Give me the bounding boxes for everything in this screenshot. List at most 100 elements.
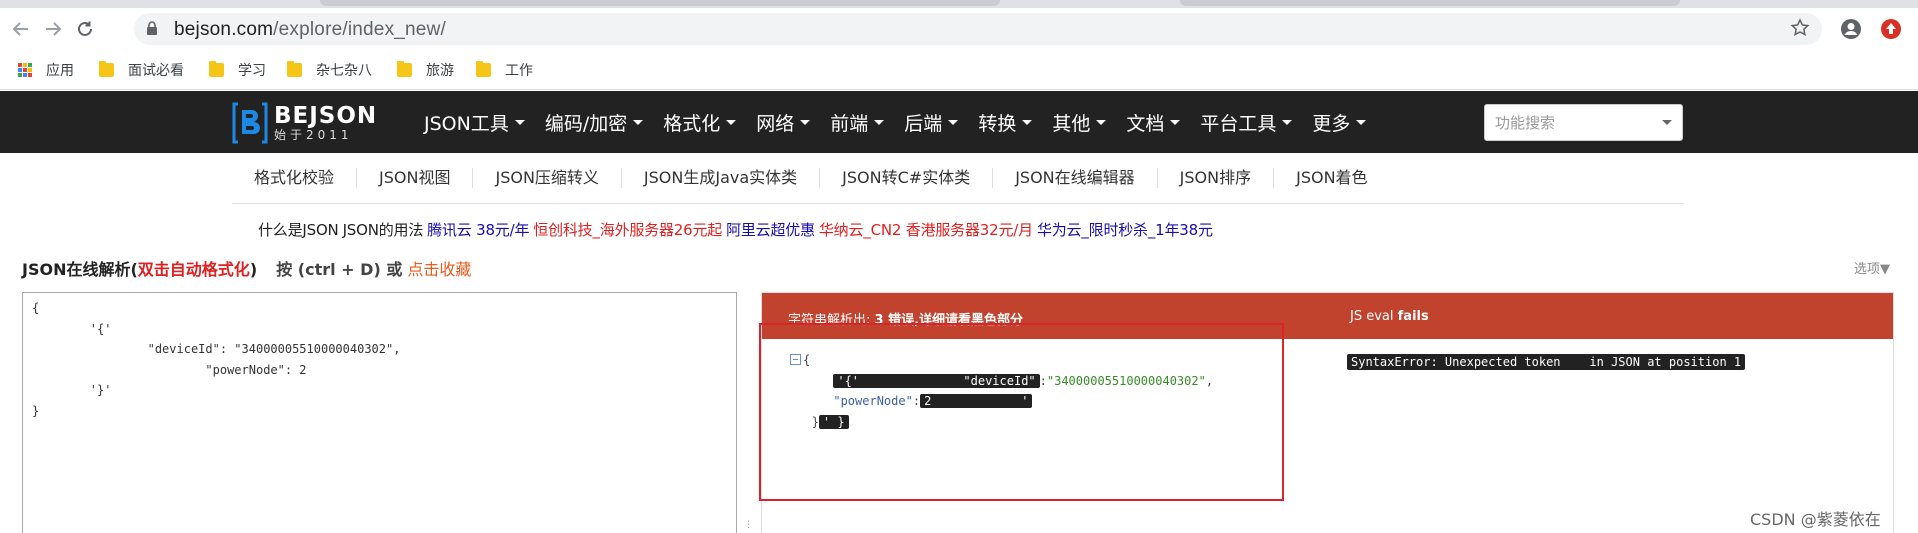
parser-title-close: )	[249, 260, 258, 279]
folder-icon	[209, 61, 224, 77]
subnav-json-color[interactable]: JSON着色	[1274, 168, 1389, 188]
menu-backend[interactable]: 后端	[904, 109, 959, 136]
bookmark-folder[interactable]: 旅游	[397, 59, 454, 81]
reload-icon	[78, 21, 92, 36]
logo-text: BEJSON 始于2011	[274, 104, 377, 142]
subnav-json-csharp[interactable]: JSON转C#实体类	[820, 168, 994, 188]
bookmark-folder[interactable]: 面试必看	[99, 59, 184, 81]
caret-down-icon	[874, 119, 885, 125]
menu-label: 转换	[978, 112, 1017, 135]
menu-platform-tools[interactable]: 平台工具	[1200, 109, 1293, 136]
bookmark-star-icon[interactable]	[1790, 18, 1810, 42]
menu-encode[interactable]: 编码/加密	[544, 109, 644, 136]
bookmark-label: 应用	[46, 62, 74, 78]
menu-label: 文档	[1126, 112, 1165, 135]
watermark: CSDN @紫菱依在	[1750, 510, 1881, 529]
menu-convert[interactable]: 转换	[978, 109, 1033, 136]
main-menu: JSON工具 编码/加密 格式化 网络 前端 后端 转换 其他 文档 平台工具 …	[424, 91, 1386, 153]
reload-button[interactable]	[72, 16, 98, 42]
promo-link[interactable]: 腾讯云 38元/年	[427, 221, 529, 239]
back-arrow-icon	[12, 22, 28, 36]
menu-label: JSON工具	[424, 112, 509, 135]
caret-down-icon	[948, 119, 959, 125]
menu-docs[interactable]: 文档	[1126, 109, 1181, 136]
caret-down-icon	[633, 119, 644, 125]
browser-tab[interactable]	[1180, 0, 1680, 6]
subnav-json-sort[interactable]: JSON排序	[1158, 168, 1275, 188]
lock-icon	[146, 21, 158, 40]
caret-down-icon	[1096, 119, 1107, 125]
eval-status: JS eval fails	[1350, 309, 1429, 324]
menu-json-tools[interactable]: JSON工具	[424, 109, 525, 136]
update-button[interactable]	[1878, 16, 1904, 42]
promo-link[interactable]: 阿里云超优惠	[726, 221, 815, 239]
forward-button[interactable]	[40, 16, 66, 42]
menu-label: 前端	[830, 112, 869, 135]
browser-tab-strip	[0, 0, 1918, 8]
forward-arrow-icon	[46, 22, 62, 36]
caret-down-icon	[800, 119, 811, 125]
add-favorite-link[interactable]: 点击收藏	[407, 260, 471, 279]
json-input-editor[interactable]: { '{' "deviceId": "34000005510000040302"…	[22, 292, 737, 533]
menu-network[interactable]: 网络	[756, 109, 811, 136]
caret-down-icon	[1282, 119, 1293, 125]
function-search[interactable]	[1484, 104, 1683, 141]
subnav-json-java[interactable]: JSON生成Java实体类	[622, 168, 821, 188]
bejson-logo-icon	[232, 102, 268, 144]
json-input-text[interactable]: { '{' "deviceId": "34000005510000040302"…	[23, 293, 736, 426]
caret-down-icon	[726, 119, 737, 125]
function-search-input[interactable]	[1485, 105, 1645, 140]
site-logo[interactable]: BEJSON 始于2011	[232, 101, 377, 145]
menu-frontend[interactable]: 前端	[830, 109, 885, 136]
url-host: bejson.com	[174, 19, 274, 40]
subnav-json-editor[interactable]: JSON在线编辑器	[993, 168, 1158, 188]
update-arrow-icon	[1881, 19, 1901, 39]
bookmark-label: 杂七杂八	[316, 62, 372, 78]
bookmark-folder[interactable]: 杂七杂八	[287, 59, 372, 81]
url-text: bejson.com/explore/index_new/	[174, 19, 446, 41]
caret-down-icon	[514, 119, 525, 125]
menu-more[interactable]: 更多	[1312, 109, 1367, 136]
shortcut-hint: 按 (ctrl + D) 或	[276, 260, 403, 279]
parser-title-hint: 双击自动格式化	[137, 260, 250, 279]
logo-name: BEJSON	[274, 103, 378, 129]
menu-label: 格式化	[663, 112, 721, 135]
browser-toolbar: bejson.com/explore/index_new/	[0, 8, 1918, 50]
eval-status-value: fails	[1397, 309, 1429, 324]
back-button[interactable]	[8, 16, 34, 42]
bookmark-folder[interactable]: 学习	[209, 59, 266, 81]
folder-icon	[99, 61, 114, 77]
menu-label: 其他	[1052, 112, 1091, 135]
promo-link[interactable]: 恒创科技_海外服务器26元起	[533, 221, 722, 239]
dropdown-caret-icon[interactable]	[1662, 120, 1672, 125]
address-bar[interactable]: bejson.com/explore/index_new/	[134, 13, 1822, 45]
eval-label: JS eval	[1350, 309, 1394, 324]
profile-button[interactable]	[1838, 16, 1864, 42]
bookmark-label: 工作	[505, 62, 533, 78]
menu-label: 编码/加密	[544, 112, 628, 135]
browser-tab[interactable]	[320, 0, 1000, 6]
options-toggle[interactable]: 选项▼	[1854, 258, 1890, 277]
highlight-annotation-box	[759, 323, 1284, 501]
folder-icon	[476, 61, 491, 77]
promo-link[interactable]: 华纳云_CN2 香港服务器32元/月	[819, 221, 1033, 239]
promo-link[interactable]: JSON的用法	[343, 221, 424, 239]
menu-label: 平台工具	[1200, 112, 1277, 135]
subnav-format-validate[interactable]: 格式化校验	[232, 168, 358, 188]
menu-format[interactable]: 格式化	[663, 109, 737, 136]
bookmarks-bar: 应用 面试必看 学习 杂七杂八 旅游 工作	[0, 50, 1918, 90]
menu-label: 后端	[904, 112, 943, 135]
menu-other[interactable]: 其他	[1052, 109, 1107, 136]
promo-link[interactable]: 华为云_限时秒杀_1年38元	[1037, 221, 1213, 239]
subnav-json-view[interactable]: JSON视图	[357, 168, 474, 188]
eval-error-message: SyntaxError: Unexpected token in JSON at…	[1347, 354, 1746, 370]
bookmark-apps[interactable]: 应用	[18, 59, 74, 81]
folder-icon	[287, 61, 302, 77]
menu-label: 网络	[756, 112, 795, 135]
bookmark-folder[interactable]: 工作	[476, 59, 533, 81]
url-path: /explore/index_new/	[273, 19, 446, 40]
promo-link[interactable]: 什么是JSON	[258, 221, 339, 239]
subnav-json-compress[interactable]: JSON压缩转义	[473, 168, 622, 188]
resize-handle[interactable]: ⋮	[744, 520, 753, 530]
bookmark-label: 旅游	[426, 62, 454, 78]
